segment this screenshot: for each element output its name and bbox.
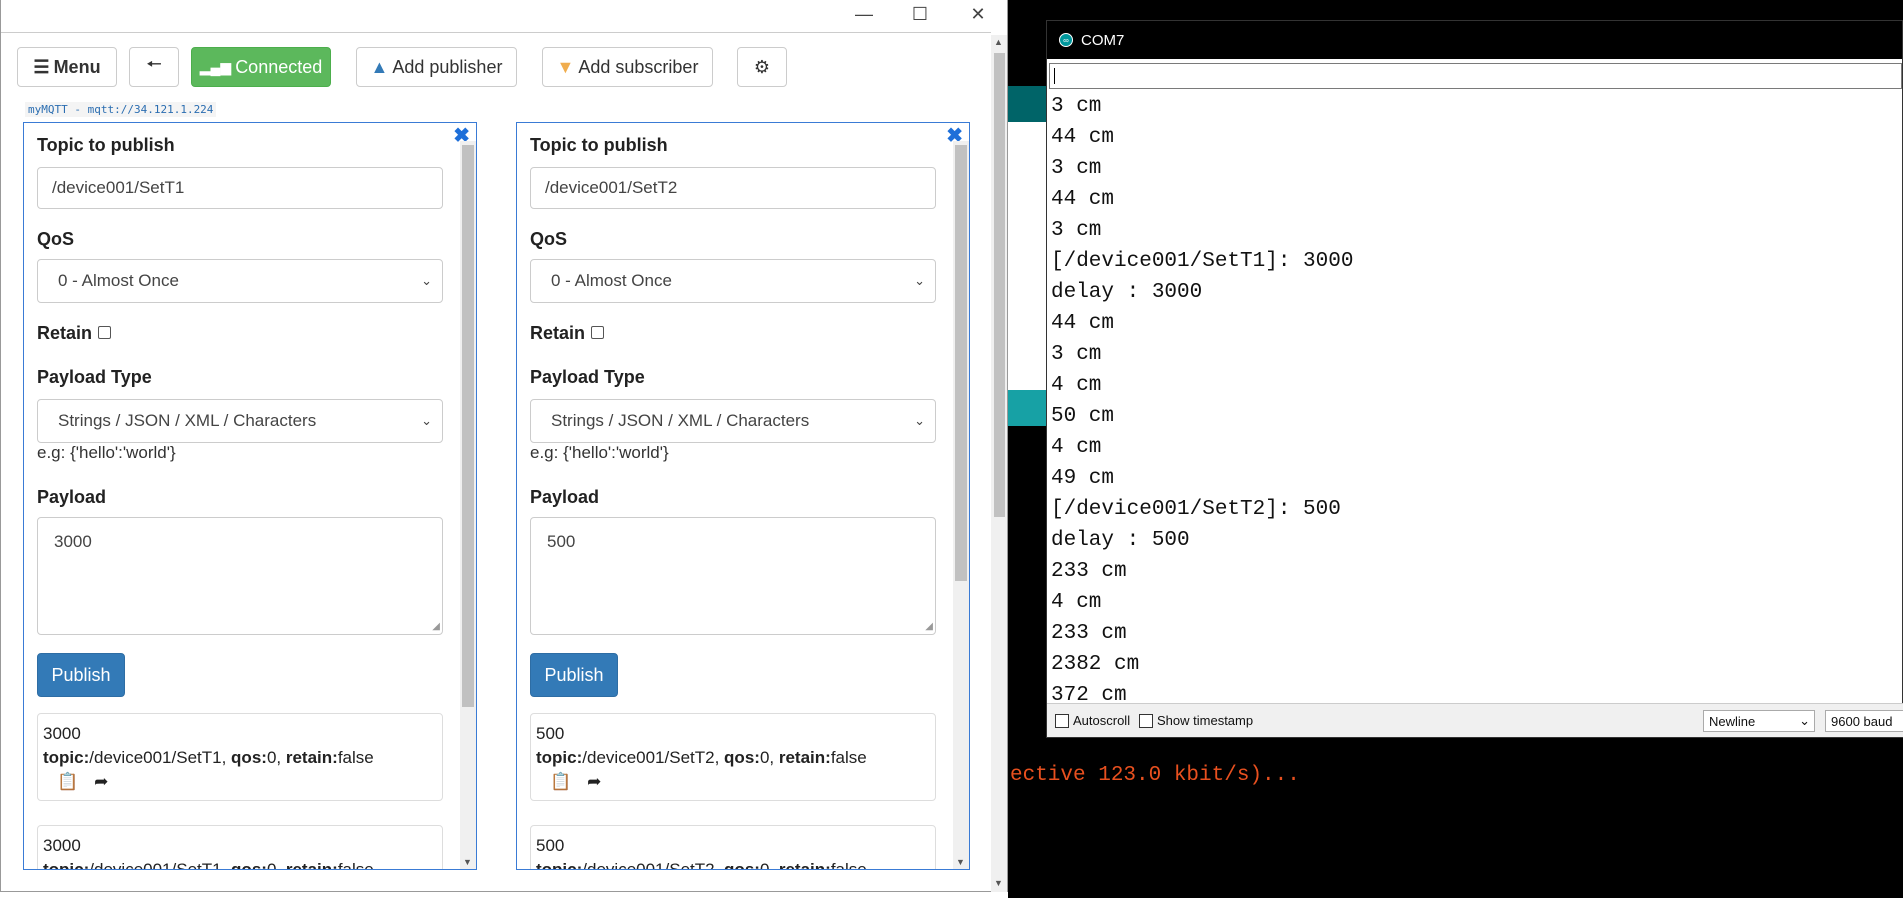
payload-textarea[interactable]: 500 ◢ xyxy=(530,517,936,635)
payload-type-label: Payload Type xyxy=(37,367,152,387)
serial-line: 50 cm xyxy=(1051,405,1115,428)
serial-line: delay : 3000 xyxy=(1051,281,1203,304)
serial-line: 4 cm xyxy=(1051,374,1102,397)
qos-label: QoS xyxy=(37,229,75,249)
toolbar: ☰ Menu 🠔 ▂▄▆ Connected ▲ Add publisher ▼… xyxy=(1,32,991,102)
serial-line: 233 cm xyxy=(1051,560,1127,583)
payload-type-label: Payload Type xyxy=(530,367,645,387)
show-timestamp-checkbox[interactable]: Show timestamp xyxy=(1139,713,1253,728)
chevron-down-icon: ⌄ xyxy=(1799,713,1810,728)
serial-line: 44 cm xyxy=(1051,126,1115,149)
upload-circle-icon: ▲ xyxy=(370,56,389,77)
serial-line: 233 cm xyxy=(1051,622,1127,645)
serial-line: 3 cm xyxy=(1051,157,1102,180)
topic-input[interactable]: /device001/SetT2 xyxy=(530,167,936,209)
publisher-panel-1: ✖ ▼ Topic to publish /device001/SetT1 Qo… xyxy=(23,122,477,870)
line-ending-select[interactable]: Newline ⌄ xyxy=(1703,710,1815,732)
qos-select[interactable]: 0 - Almost Once ⌄ xyxy=(530,259,936,303)
minimize-icon[interactable]: — xyxy=(841,4,887,25)
serial-monitor-window: ∞ COM7 3 cm 44 cm 3 cm 44 cm 3 cm [/device001… xyxy=(1046,20,1903,738)
baud-rate-select[interactable]: 9600 baud xyxy=(1825,710,1903,732)
maximize-icon[interactable]: ☐ xyxy=(897,4,943,25)
published-message: 500 topic:/device001/SetT2, qos:0, retai… xyxy=(530,713,936,801)
serial-monitor-titlebar: ∞ COM7 xyxy=(1047,21,1902,59)
chevron-down-icon: ⌄ xyxy=(914,273,925,288)
payload-type-select[interactable]: Strings / JSON / XML / Characters ⌄ xyxy=(530,399,936,443)
forward-share-icon[interactable]: ➦ xyxy=(587,770,601,794)
back-button[interactable]: 🠔 xyxy=(129,47,179,87)
qos-label: QoS xyxy=(530,229,568,249)
serial-line: 44 cm xyxy=(1051,188,1115,211)
payload-type-select[interactable]: Strings / JSON / XML / Characters ⌄ xyxy=(37,399,443,443)
serial-line: 3 cm xyxy=(1051,95,1102,118)
retain-checkbox[interactable] xyxy=(591,326,605,339)
scroll-thumb[interactable] xyxy=(994,53,1005,517)
retain-row: Retain xyxy=(37,323,112,344)
chevron-down-icon: ⌄ xyxy=(421,273,432,288)
panel-scrollbar[interactable]: ▼ xyxy=(460,141,476,869)
topic-input[interactable]: /device001/SetT1 xyxy=(37,167,443,209)
serial-send-input[interactable] xyxy=(1049,63,1902,89)
serial-line: 3 cm xyxy=(1051,219,1102,242)
menu-button[interactable]: ☰ Menu xyxy=(17,47,117,87)
window-scrollbar[interactable]: ▲ ▼ xyxy=(991,35,1007,892)
serial-line: 3 cm xyxy=(1051,343,1102,366)
hamburger-icon: ☰ xyxy=(33,56,50,77)
resize-grip-icon[interactable]: ◢ xyxy=(432,621,440,632)
desktop: ective 123.0 kbit/s)... — ☐ ✕ ☰ Menu 🠔 ▂… xyxy=(0,0,1903,898)
chevron-down-icon: ⌄ xyxy=(914,413,925,428)
published-message: 3000 topic:/device001/SetT1, qos:0, reta… xyxy=(37,713,443,801)
signal-bars-icon: ▂▄▆ xyxy=(199,58,232,75)
serial-line: 49 cm xyxy=(1051,467,1115,490)
add-publisher-button[interactable]: ▲ Add publisher xyxy=(356,47,517,87)
serial-line: delay : 500 xyxy=(1051,529,1190,552)
publish-button[interactable]: Publish xyxy=(530,653,618,697)
copy-paste-icon[interactable]: 📋 xyxy=(550,770,571,794)
window-titlebar: — ☐ ✕ xyxy=(1,0,1007,32)
qos-select[interactable]: 0 - Almost Once ⌄ xyxy=(37,259,443,303)
chevron-down-icon: ⌄ xyxy=(421,413,432,428)
window-title: COM7 xyxy=(1081,31,1125,49)
autoscroll-checkbox[interactable]: Autoscroll xyxy=(1055,713,1130,728)
serial-line: 4 cm xyxy=(1051,436,1102,459)
payload-textarea[interactable]: 3000 ◢ xyxy=(37,517,443,635)
publish-button[interactable]: Publish xyxy=(37,653,125,697)
payload-label: Payload xyxy=(37,487,107,507)
scroll-up-icon[interactable]: ▲ xyxy=(994,37,1003,47)
resize-grip-icon[interactable]: ◢ xyxy=(925,621,933,632)
topic-label: Topic to publish xyxy=(37,135,175,155)
scroll-down-icon[interactable]: ▼ xyxy=(994,878,1003,888)
settings-button[interactable]: ⚙ xyxy=(737,47,787,87)
connected-button[interactable]: ▂▄▆ Connected xyxy=(191,47,331,87)
retain-checkbox[interactable] xyxy=(98,326,112,339)
arduino-logo-icon: ∞ xyxy=(1059,33,1073,47)
mqtt-client-window: — ☐ ✕ ☰ Menu 🠔 ▂▄▆ Connected ▲ Add publi… xyxy=(0,0,1008,892)
payload-hint: e.g: {'hello':'world'} xyxy=(37,443,176,462)
panel-scrollbar[interactable]: ▼ xyxy=(953,141,969,869)
forward-share-icon[interactable]: ➦ xyxy=(94,770,108,794)
topic-label: Topic to publish xyxy=(530,135,668,155)
serial-line: 44 cm xyxy=(1051,312,1115,335)
add-subscriber-button[interactable]: ▼ Add subscriber xyxy=(542,47,713,87)
close-window-icon[interactable]: ✕ xyxy=(955,4,1001,25)
serial-monitor-footer: Autoscroll Show timestamp Newline ⌄ 9600 … xyxy=(1047,703,1903,737)
serial-line: 4 cm xyxy=(1051,591,1102,614)
ide-console-text: ective 123.0 kbit/s)... xyxy=(1010,764,1300,787)
broker-label: myMQTT - mqtt://34.121.1.224 xyxy=(25,102,217,117)
serial-line: 2382 cm xyxy=(1051,653,1140,676)
arrow-left-icon: 🠔 xyxy=(146,54,162,74)
serial-output: 3 cm 44 cm 3 cm 44 cm 3 cm [/device001/SetT1]… xyxy=(1051,91,1902,721)
retain-row: Retain xyxy=(530,323,605,344)
serial-line: [/device001/SetT2]: 500 xyxy=(1051,498,1341,521)
published-message: 3000 topic:/device001/SetT1, qos:0, reta… xyxy=(37,825,443,869)
copy-paste-icon[interactable]: 📋 xyxy=(57,770,78,794)
publisher-panel-2: ✖ ▼ Topic to publish /device001/SetT2 Qo… xyxy=(516,122,970,870)
serial-line: [/device001/SetT1]: 3000 xyxy=(1051,250,1354,273)
download-circle-icon: ▼ xyxy=(556,56,575,77)
payload-hint: e.g: {'hello':'world'} xyxy=(530,443,669,462)
gear-icon: ⚙ xyxy=(753,56,771,77)
payload-label: Payload xyxy=(530,487,600,507)
published-message: 500 topic:/device001/SetT2, qos:0, retai… xyxy=(530,825,936,869)
